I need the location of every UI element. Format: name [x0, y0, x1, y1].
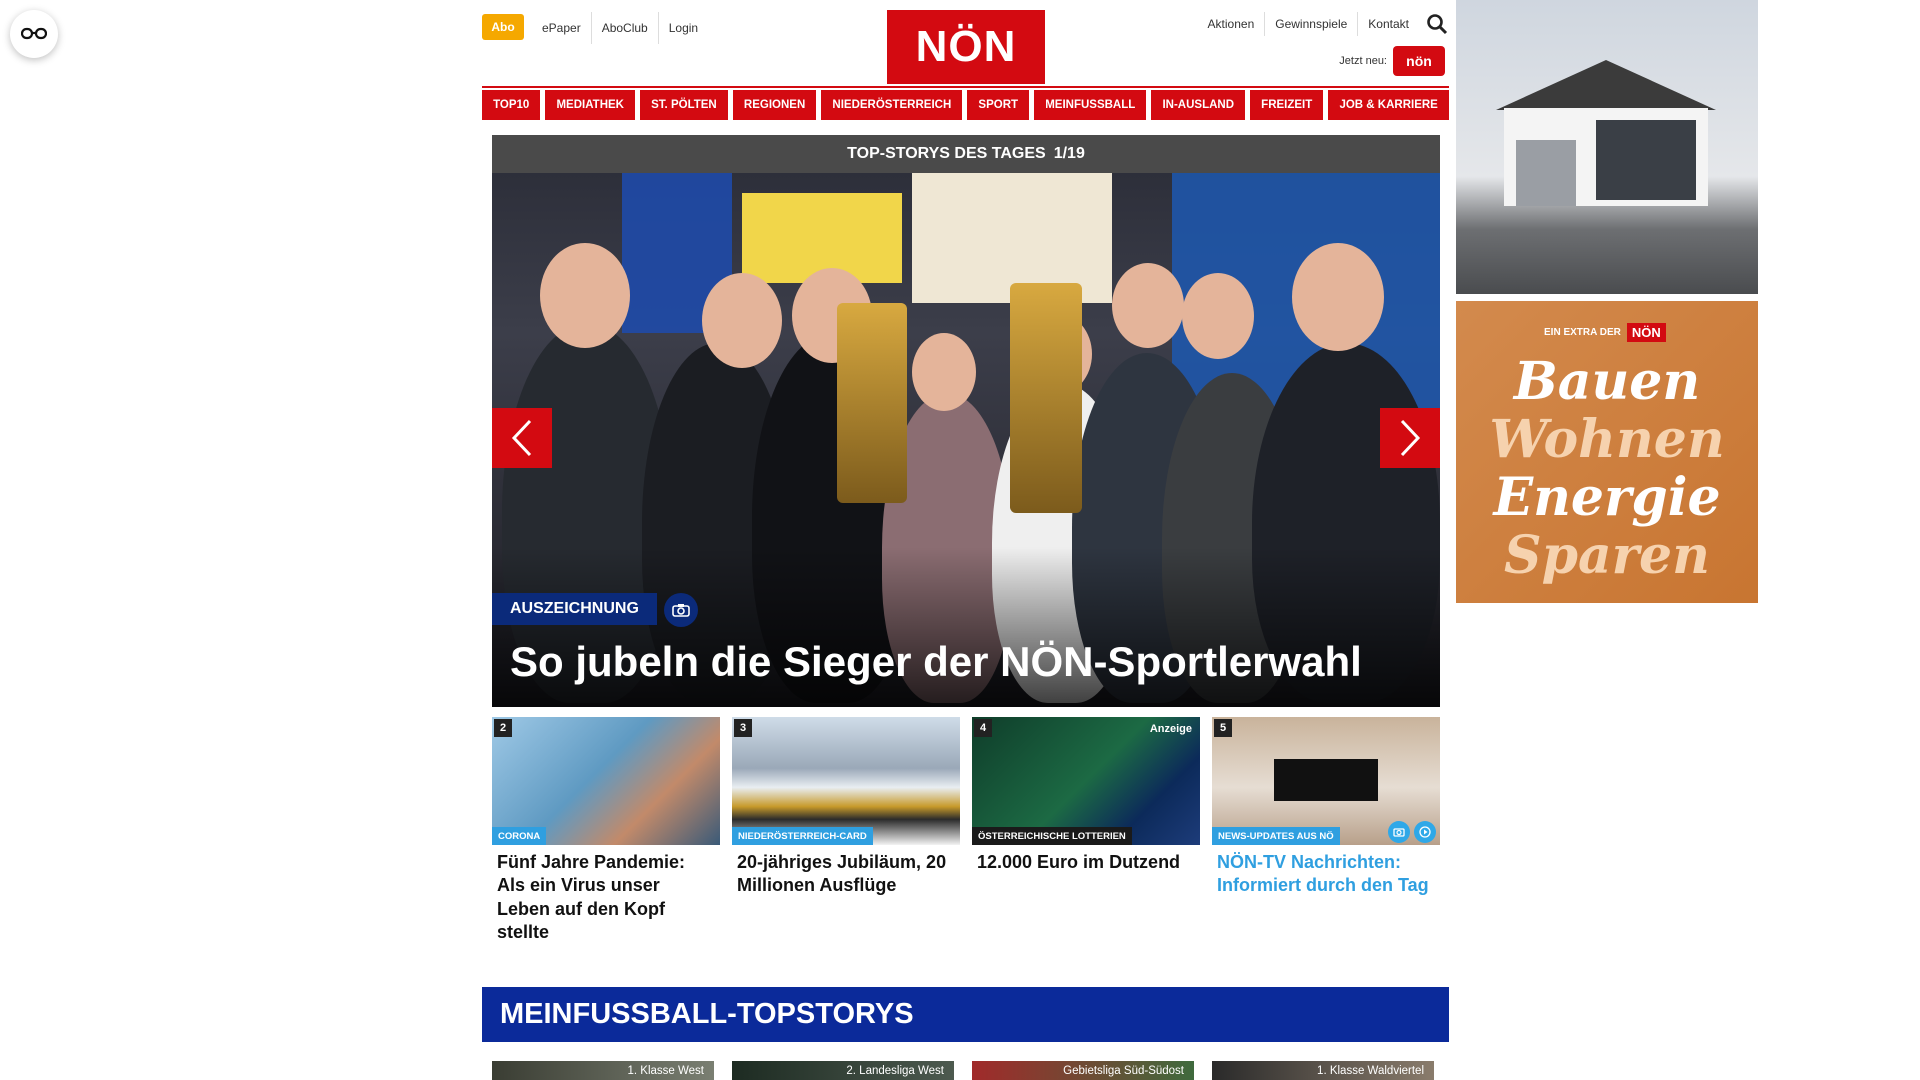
story-category[interactable]: ÖSTERREICHISCHE LOTTERIEN: [972, 827, 1132, 845]
story-thumbnail[interactable]: 1. Klasse West: [492, 1061, 714, 1080]
house-roof: [1496, 60, 1716, 110]
meinfussball-thumbs: 1. Klasse West 2. Landesliga West Gebiet…: [492, 1061, 1440, 1080]
header-right-links: Aktionen Gewinnspiele Kontakt: [1198, 12, 1449, 36]
story-image: 2 CORONA: [492, 717, 720, 845]
hero-face: [1292, 243, 1384, 351]
story-image: 5 NEWS-UPDATES AUS NÖ: [1212, 717, 1440, 845]
hero-trophy: [1010, 283, 1082, 513]
story-number: 2: [494, 719, 512, 737]
nav-item-st-poelten[interactable]: ST. PÖLTEN: [640, 90, 728, 120]
extra-logo: NÖN: [1626, 323, 1666, 342]
hero-story[interactable]: AUSZEICHNUNG So jubeln die Sieger der NÖ…: [492, 173, 1440, 707]
aboclub-link[interactable]: AboClub: [590, 12, 658, 44]
chevron-left-icon: [511, 419, 532, 457]
jetzt-neu-badge[interactable]: nön: [1393, 46, 1445, 76]
story-thumbnail[interactable]: 2. Landesliga West: [732, 1061, 954, 1080]
noen-tv-badge: [1274, 759, 1378, 801]
slider-next-button[interactable]: [1380, 408, 1440, 468]
story-number: 3: [734, 719, 752, 737]
slider-heading: TOP-STORYS DES TAGES 1/19: [492, 135, 1440, 173]
main-nav: TOP10 MEDIATHEK ST. PÖLTEN REGIONEN NIED…: [482, 90, 1449, 120]
nav-item-sport[interactable]: SPORT: [967, 90, 1030, 120]
hero-face: [1112, 263, 1184, 348]
nav-item-top10[interactable]: TOP10: [482, 90, 541, 120]
slider-position: 1/19: [1053, 145, 1085, 162]
nav-item-in-ausland[interactable]: IN-AUSLAND: [1151, 90, 1246, 120]
ad-word: Energie: [1493, 467, 1721, 528]
nav-item-freizeit[interactable]: FREIZEIT: [1250, 90, 1324, 120]
thumbnail-label: 1. Klasse West: [627, 1064, 705, 1077]
site-logo[interactable]: NÖN: [887, 10, 1045, 84]
story-image: 4 Anzeige ÖSTERREICHISCHE LOTTERIEN: [972, 717, 1200, 845]
top-links: ePaper AboClub Login: [534, 12, 708, 44]
login-link[interactable]: Login: [657, 12, 708, 44]
advertisement-bauen-wohnen[interactable]: EIN EXTRA DER NÖN Bauen Wohnen Energie S…: [1456, 301, 1758, 603]
gewinnspiele-link[interactable]: Gewinnspiele: [1264, 12, 1357, 36]
camera-icon: [664, 593, 698, 627]
story-image: 3 NIEDERÖSTERREICH-CARD: [732, 717, 960, 845]
accessibility-button[interactable]: [10, 10, 58, 58]
house-window: [1596, 120, 1696, 200]
nav-item-job-karriere[interactable]: JOB & KARRIERE: [1328, 90, 1449, 120]
hero-face: [540, 243, 630, 348]
slider-prev-button[interactable]: [492, 408, 552, 468]
slider-heading-label: TOP-STORYS DES TAGES: [847, 145, 1046, 162]
nav-item-regionen[interactable]: REGIONEN: [732, 90, 817, 120]
story-headline[interactable]: 12.000 Euro im Dutzend: [972, 845, 1200, 874]
nav-item-mediathek[interactable]: MEDIATHEK: [545, 90, 636, 120]
search-icon[interactable]: [1425, 12, 1449, 36]
hero-trophy: [837, 303, 907, 503]
top-stories-slider: TOP-STORYS DES TAGES 1/19 AUSZEICHNUNG S…: [492, 135, 1440, 707]
thumbnail-label: 1. Klasse Waldviertel: [1317, 1064, 1424, 1077]
thumbnail-label: Gebietsliga Süd-Südost: [1063, 1064, 1184, 1077]
advertisement-label: Anzeige: [1149, 723, 1192, 735]
extra-label: EIN EXTRA DER NÖN: [1544, 323, 1666, 342]
hero-face: [912, 333, 976, 411]
story-category[interactable]: CORONA: [492, 827, 547, 845]
advertisement-house-image[interactable]: [1456, 0, 1758, 294]
story-headline[interactable]: 20-jähriges Jubiläum, 20 Millionen Ausfl…: [732, 845, 960, 898]
epaper-link[interactable]: ePaper: [534, 12, 591, 44]
nav-item-niederoesterreich[interactable]: NIEDERÖSTERREICH: [821, 90, 963, 120]
jetzt-neu-label: Jetzt neu:: [1339, 55, 1387, 67]
section-heading[interactable]: MEINFUSSBALL-TOPSTORYS: [482, 987, 1449, 1042]
story-card[interactable]: 2 CORONA Fünf Jahre Pandemie: Als ein Vi…: [492, 717, 720, 942]
nav-divider: [482, 86, 1449, 88]
hero-category-tag[interactable]: AUSZEICHNUNG: [492, 593, 657, 625]
site-header: Abo ePaper AboClub Login NÖN Aktionen Ge…: [482, 0, 1449, 86]
story-number: 4: [974, 719, 992, 737]
story-category[interactable]: NEWS-UPDATES AUS NÖ: [1212, 827, 1340, 845]
glasses-icon: [21, 27, 47, 40]
thumbnail-label: 2. Landesliga West: [846, 1064, 944, 1077]
chevron-right-icon: [1400, 419, 1421, 457]
ad-word: Wohnen: [1489, 409, 1725, 470]
story-card[interactable]: 5 NEWS-UPDATES AUS NÖ NÖN-TV Nachrichten…: [1212, 717, 1440, 927]
abo-button[interactable]: Abo: [482, 14, 524, 40]
extra-label-text: EIN EXTRA DER: [1544, 327, 1621, 338]
story-thumbnail[interactable]: 1. Klasse Waldviertel: [1212, 1061, 1434, 1080]
story-category[interactable]: NIEDERÖSTERREICH-CARD: [732, 827, 873, 845]
hero-face: [702, 273, 782, 368]
hero-title[interactable]: So jubeln die Sieger der NÖN-Sportlerwah…: [510, 638, 1430, 685]
story-number: 5: [1214, 719, 1232, 737]
story-cards: 2 CORONA Fünf Jahre Pandemie: Als ein Vi…: [492, 717, 1440, 942]
play-icon: [1414, 821, 1436, 843]
camera-icon: [1388, 821, 1410, 843]
kontakt-link[interactable]: Kontakt: [1357, 12, 1419, 36]
house-garage: [1516, 140, 1576, 206]
story-headline[interactable]: Fünf Jahre Pandemie: Als ein Virus unser…: [492, 845, 720, 945]
nav-item-meinfussball[interactable]: MEINFUSSBALL: [1034, 90, 1147, 120]
story-headline[interactable]: NÖN-TV Nachrichten: Informiert durch den…: [1212, 845, 1440, 898]
story-card[interactable]: 3 NIEDERÖSTERREICH-CARD 20-jähriges Jubi…: [732, 717, 960, 927]
hero-face: [1182, 273, 1254, 359]
story-thumbnail[interactable]: Gebietsliga Süd-Südost: [972, 1061, 1194, 1080]
ad-word: Sparen: [1504, 525, 1710, 586]
ad-word: Bauen: [1513, 351, 1701, 412]
story-card[interactable]: 4 Anzeige ÖSTERREICHISCHE LOTTERIEN 12.0…: [972, 717, 1200, 927]
aktionen-link[interactable]: Aktionen: [1198, 12, 1265, 36]
